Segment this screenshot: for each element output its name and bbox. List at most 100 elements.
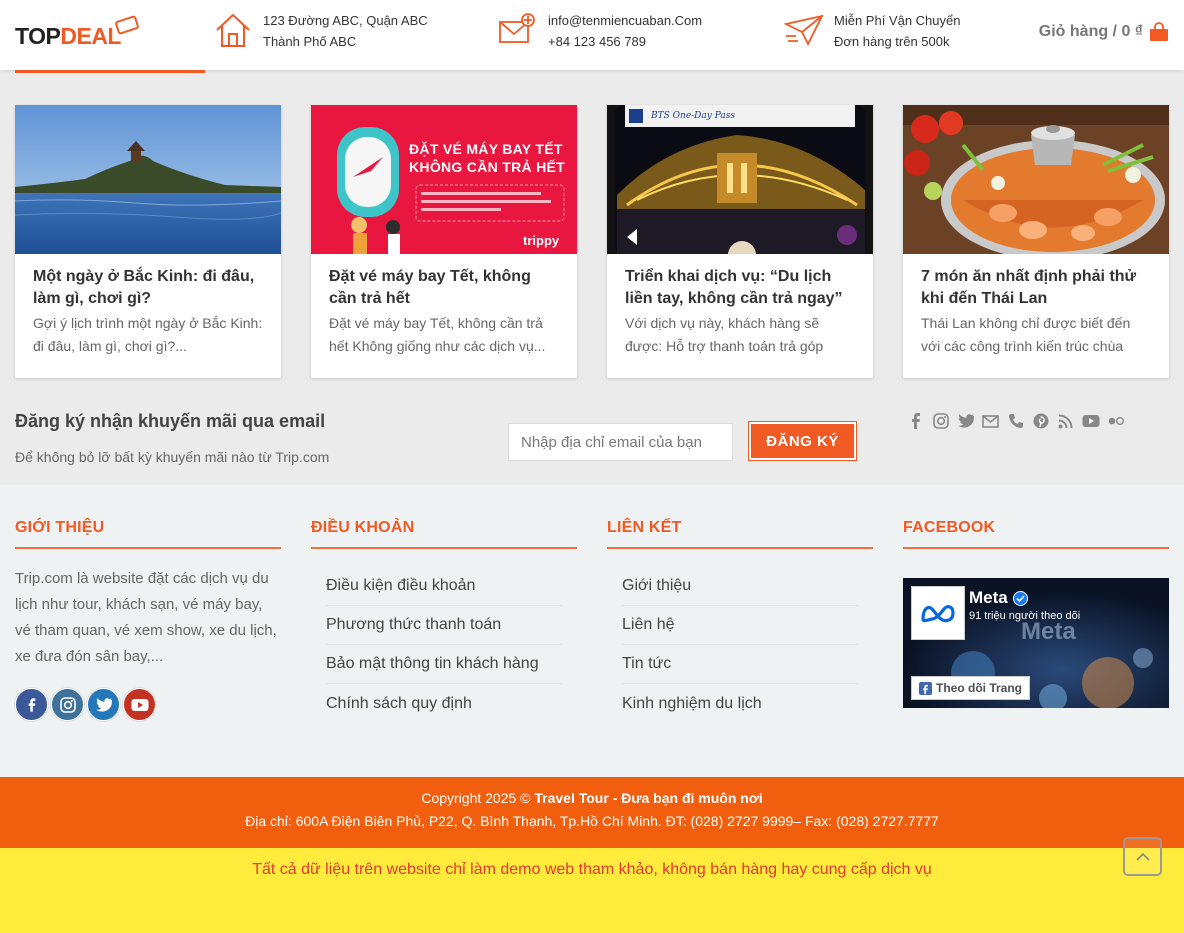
blog-card[interactable]: BTS One-Day Pass Triển khai dịch vụ: “Du… <box>607 105 873 378</box>
fb-page-avatar[interactable] <box>911 586 965 640</box>
widget-links: LIÊN KẾT Giới thiệu Liên hệ Tin tức Kinh… <box>607 485 873 723</box>
meta-logo-icon <box>921 605 955 623</box>
instagram-icon[interactable] <box>931 411 950 431</box>
footer-link[interactable]: Giới thiệu <box>622 567 858 606</box>
post-excerpt: Đặt vé máy bay Tết, không cần trả hết Kh… <box>329 315 546 354</box>
footer-widgets: GIỚI THIỆU Trip.com là website đặt các d… <box>0 485 1184 777</box>
address-line1: 123 Đường ABC, Quận ABC <box>263 13 428 28</box>
youtube-icon[interactable] <box>1081 411 1100 431</box>
back-to-top-button[interactable] <box>1123 837 1162 876</box>
blog-card[interactable]: Một ngày ở Bắc Kinh: đi đâu, làm gì, chơ… <box>15 105 281 378</box>
post-title[interactable]: Đặt vé máy bay Tết, không cần trả hết <box>329 266 559 310</box>
site-logo[interactable]: TOP DEAL <box>15 14 140 50</box>
envelope-icon[interactable] <box>981 411 1000 431</box>
fb-follower-count: 91 triệu người theo dõi <box>969 610 1081 622</box>
footer-link[interactable]: Liên hệ <box>622 606 858 645</box>
newsletter-email-input[interactable] <box>508 423 733 461</box>
address-line2: Thành Phố ABC <box>263 34 357 49</box>
footer-social-icons <box>15 688 281 721</box>
post-thumbnail-bts-pass[interactable]: BTS One-Day Pass <box>607 105 873 254</box>
twitter-icon[interactable] <box>87 688 120 721</box>
post-thumbnail-beijing[interactable] <box>15 105 281 254</box>
logo-text-deal: DEAL <box>60 22 121 49</box>
fb-follow-label: Theo dõi Trang <box>936 681 1022 695</box>
widget-title-about: GIỚI THIỆU <box>15 519 105 536</box>
contact-phone[interactable]: +84 123 456 789 <box>548 31 702 52</box>
copyright-brand[interactable]: Travel Tour - Đưa bạn đi muôn nơi <box>534 790 762 806</box>
header-contact: info@tenmiencuaban.Com +84 123 456 789 <box>498 10 702 52</box>
widget-title-links: LIÊN KẾT <box>607 519 682 536</box>
home-icon <box>216 13 250 47</box>
footer-link[interactable]: Kinh nghiệm du lịch <box>622 684 858 723</box>
widget-divider <box>903 547 1169 549</box>
site-header: TOP DEAL 123 Đường ABC, Quận ABC Thành Ph… <box>0 0 1184 70</box>
cart-link[interactable]: Giỏ hàng / 0 ₫ <box>1039 22 1169 42</box>
post-title[interactable]: Triển khai dịch vụ: “Du lịch liền tay, k… <box>625 266 855 310</box>
banner-headline-1: ĐẶT VÉ MÁY BAY TẾT <box>409 141 563 157</box>
youtube-icon[interactable] <box>123 688 156 721</box>
facebook-icon[interactable] <box>15 688 48 721</box>
footer-link[interactable]: Phương thức thanh toán <box>326 606 562 645</box>
post-thumbnail-thai-food[interactable] <box>903 105 1169 254</box>
blog-card[interactable]: ĐẶT VÉ MÁY BAY TẾT KHÔNG CẦN TRẢ HẾT tri… <box>311 105 577 378</box>
post-excerpt: Với dịch vụ này, khách hàng sẽ được: Hỗ … <box>625 315 824 354</box>
mail-plus-icon <box>499 13 535 43</box>
flickr-icon[interactable] <box>1106 411 1125 431</box>
widget-terms: ĐIỀU KHOẢN Điều kiện điều khoản Phương t… <box>311 485 577 723</box>
widget-about: GIỚI THIỆU Trip.com là website đặt các d… <box>15 485 281 721</box>
post-excerpt: Thái Lan không chỉ được biết đến với các… <box>921 315 1131 354</box>
phone-icon[interactable] <box>1006 411 1025 431</box>
copyright-bar: Copyright 2025 © Travel Tour - Đưa bạn đ… <box>0 777 1184 848</box>
shopping-bag-icon <box>1150 22 1168 41</box>
contact-email[interactable]: info@tenmiencuaban.Com <box>548 10 702 31</box>
logo-text-top: TOP <box>15 22 61 49</box>
blog-posts: Một ngày ở Bắc Kinh: đi đâu, làm gì, chơ… <box>15 105 1169 378</box>
paper-plane-icon <box>784 14 824 47</box>
banner-headline-2: KHÔNG CẦN TRẢ HẾT <box>409 159 565 175</box>
newsletter-title: Đăng ký nhận khuyến mãi qua email <box>15 411 326 431</box>
quick-links: Giới thiệu Liên hệ Tin tức Kinh nghiệm d… <box>622 567 858 723</box>
newsletter-subtitle: Để không bỏ lỡ bất kỳ khuyến mãi nào từ … <box>15 449 330 465</box>
widget-divider <box>311 547 577 549</box>
nav-active-indicator <box>15 70 205 73</box>
shipping-line2: Đơn hàng trên 500k <box>834 34 950 49</box>
fb-page-name-text: Meta <box>969 588 1008 607</box>
instagram-icon[interactable] <box>51 688 84 721</box>
facebook-icon[interactable] <box>906 411 925 431</box>
facebook-icon <box>919 681 932 695</box>
widget-divider <box>15 547 281 549</box>
demo-notice-bar: Tất cả dữ liệu trên website chỉ làm demo… <box>0 848 1184 933</box>
bts-card-caption: BTS One-Day Pass <box>651 111 735 121</box>
header-shipping: Miễn Phí Vận Chuyển Đơn hàng trên 500k <box>784 10 960 52</box>
post-excerpt: Gợi ý lịch trình một ngày ở Bắc Kinh: đi… <box>33 315 263 354</box>
footer-link[interactable]: Bảo mật thông tin khách hàng <box>326 645 562 684</box>
shipping-line1: Miễn Phí Vận Chuyển <box>834 13 961 28</box>
chevron-up-icon <box>1135 852 1150 861</box>
widget-divider <box>607 547 873 549</box>
fb-page-name[interactable]: Meta <box>969 588 1028 608</box>
widget-title-terms: ĐIỀU KHOẢN <box>311 519 415 536</box>
widget-title-facebook: FACEBOOK <box>903 519 996 536</box>
rss-icon[interactable] <box>1056 411 1075 431</box>
pinterest-icon[interactable] <box>1031 411 1050 431</box>
footer-link[interactable]: Điều kiện điều khoản <box>326 567 562 606</box>
demo-notice-text: Tất cả dữ liệu trên website chỉ làm demo… <box>252 861 932 878</box>
trippy-brand-logo: trippy <box>523 233 560 248</box>
post-thumbnail-tet-flight[interactable]: ĐẶT VÉ MÁY BAY TẾT KHÔNG CẦN TRẢ HẾT tri… <box>311 105 577 254</box>
twitter-icon[interactable] <box>956 411 975 431</box>
price-tag-icon <box>114 14 140 36</box>
facebook-page-plugin[interactable]: Meta Meta 91 triệu người theo dõi Theo d… <box>903 578 1169 708</box>
post-title[interactable]: Một ngày ở Bắc Kinh: đi đâu, làm gì, chơ… <box>33 266 263 310</box>
fb-cover-meta-text: Meta <box>1021 618 1076 645</box>
widget-facebook: FACEBOOK Meta Meta 91 triệu người theo d… <box>903 485 1169 708</box>
company-address: Địa chỉ: 600A Điện Biên Phủ, P22, Q. Bìn… <box>245 813 939 829</box>
footer-link[interactable]: Chính sách quy định <box>326 684 562 723</box>
cart-label: Giỏ hàng / 0 ₫ <box>1038 23 1143 40</box>
copyright-prefix: Copyright 2025 © <box>421 790 535 806</box>
fb-follow-page-button[interactable]: Theo dõi Trang <box>911 676 1030 700</box>
post-title[interactable]: 7 món ăn nhất định phải thử khi đến Thái… <box>921 266 1151 310</box>
blog-card[interactable]: 7 món ăn nhất định phải thử khi đến Thái… <box>903 105 1169 378</box>
header-address: 123 Đường ABC, Quận ABC Thành Phố ABC <box>213 10 428 52</box>
newsletter-subscribe-button[interactable]: ĐĂNG KÝ <box>749 422 856 460</box>
footer-link[interactable]: Tin tức <box>622 645 858 684</box>
